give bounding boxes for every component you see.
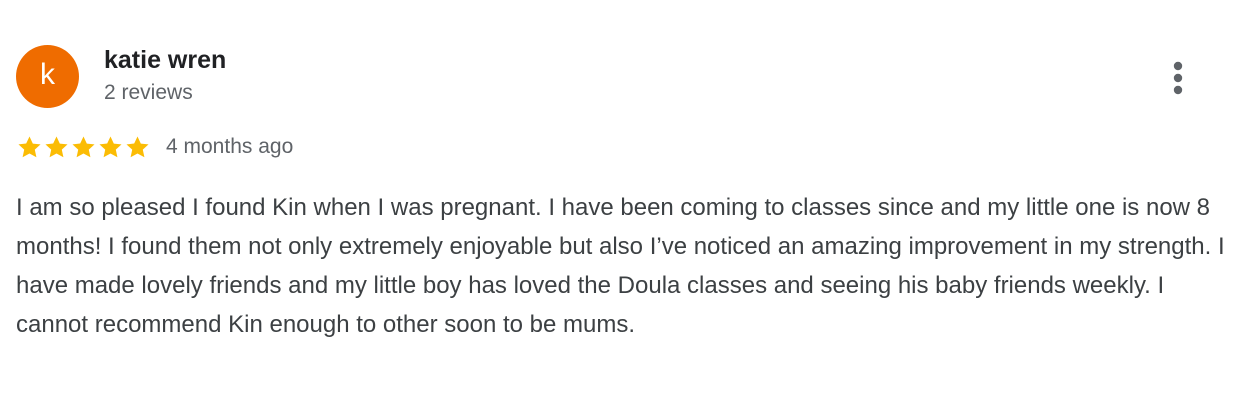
more-options-button[interactable] (1158, 56, 1198, 100)
star-icon (45, 135, 68, 157)
author-name[interactable]: katie wren (104, 46, 226, 75)
avatar[interactable]: k (16, 45, 79, 108)
review-card: k katie wren 2 reviews 4 months ago I am… (0, 0, 1250, 420)
rating-row: 4 months ago (16, 132, 293, 162)
avatar-initial: k (40, 58, 55, 91)
author-review-count: 2 reviews (104, 81, 193, 104)
review-text: I am so pleased I found Kin when I was p… (16, 194, 1225, 338)
star-icon (126, 135, 149, 157)
star-icon (18, 135, 41, 157)
more-vert-icon (1173, 61, 1183, 95)
star-rating (16, 134, 151, 161)
star-icon (72, 135, 95, 157)
star-icon (99, 135, 122, 157)
review-date: 4 months ago (166, 135, 294, 158)
